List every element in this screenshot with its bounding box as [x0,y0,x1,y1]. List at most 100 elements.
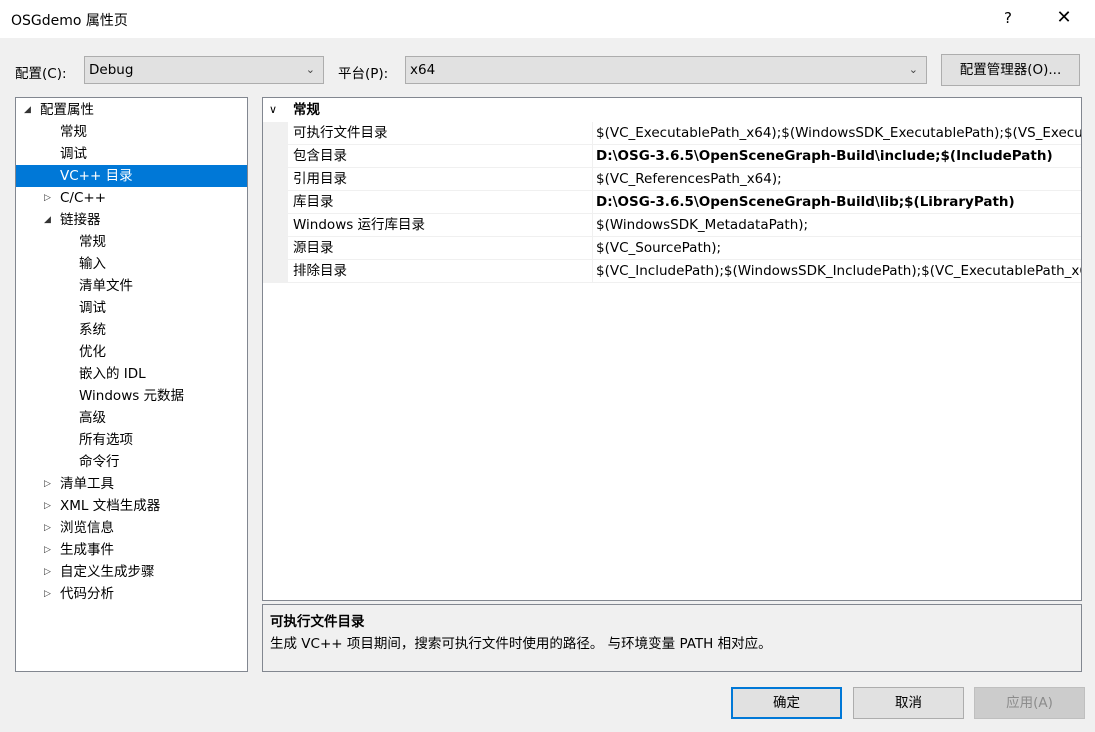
property-value[interactable]: $(VC_SourcePath); [596,237,721,259]
chevron-down-icon: ⌄ [305,63,315,76]
cancel-button[interactable]: 取消 [853,687,964,719]
config-dropdown[interactable]: Debug ⌄ [84,56,324,84]
property-name: 可执行文件目录 [293,125,388,141]
tree-item[interactable]: 常规 [16,231,247,253]
property-row[interactable]: 源目录 $(VC_SourcePath); [263,237,1081,260]
tree-item[interactable]: 嵌入的 IDL [16,363,247,385]
property-row[interactable]: Windows 运行库目录 $(WindowsSDK_MetadataPath); [263,214,1081,237]
expander-icon[interactable]: ▷ [44,539,51,561]
column-divider[interactable] [592,122,593,144]
row-gutter [263,260,288,282]
property-row[interactable]: 排除目录 $(VC_IncludePath);$(WindowsSDK_Inclu… [263,260,1081,283]
property-value[interactable]: $(VC_ReferencesPath_x64); [596,168,782,190]
property-value[interactable]: D:\OSG-3.6.5\OpenSceneGraph-Build\includ… [596,145,1053,167]
property-name: 排除目录 [293,263,347,279]
platform-dropdown[interactable]: x64 ⌄ [405,56,927,84]
property-name: Windows 运行库目录 [293,217,426,233]
column-divider[interactable] [592,237,593,259]
tree-item-label: 调试 [79,300,106,316]
tree-item[interactable]: 所有选项 [16,429,247,451]
expander-icon[interactable]: ▷ [44,495,51,517]
tree-item[interactable]: ▷ C/C++ [16,187,247,209]
expander-icon[interactable]: ▷ [44,583,51,605]
tree-item-label: 清单文件 [79,278,133,294]
tree-item[interactable]: ▷ 浏览信息 [16,517,247,539]
tree-item[interactable]: Windows 元数据 [16,385,247,407]
window-title: OSGdemo 属性页 [11,13,128,29]
tree-item-label: 优化 [79,344,106,360]
tree-item-label: 自定义生成步骤 [60,564,155,580]
collapse-chevron-icon[interactable]: ∨ [269,99,277,121]
tree-item-label: 浏览信息 [60,520,114,536]
column-divider[interactable] [592,260,593,282]
tree-item[interactable]: 高级 [16,407,247,429]
tree-item-label: 系统 [79,322,106,338]
chevron-down-icon: ⌄ [908,63,918,76]
ok-button[interactable]: 确定 [731,687,842,719]
property-row[interactable]: 包含目录 D:\OSG-3.6.5\OpenSceneGraph-Build\in… [263,145,1081,168]
property-row[interactable]: 引用目录 $(VC_ReferencesPath_x64); [263,168,1081,191]
column-divider[interactable] [592,168,593,190]
tree-item[interactable]: 调试 [16,297,247,319]
property-value[interactable]: $(WindowsSDK_MetadataPath); [596,214,808,236]
tree-item[interactable]: 命令行 [16,451,247,473]
column-divider[interactable] [592,145,593,167]
expander-icon[interactable]: ▷ [44,561,51,583]
row-gutter [263,214,288,236]
tree-item[interactable]: 优化 [16,341,247,363]
property-tree[interactable]: ◢ 配置属性 常规 调试 VC++ 目录 ▷ C/C++ ◢ 链接器 常规 输入 清单文件 调试 系统 优化… [15,97,248,672]
expander-icon[interactable]: ◢ [24,99,31,121]
row-gutter [263,168,288,190]
tree-item[interactable]: 系统 [16,319,247,341]
expander-icon[interactable]: ▷ [44,473,51,495]
row-gutter [263,191,288,213]
description-panel: 可执行文件目录 生成 VC++ 项目期间，搜索可执行文件时使用的路径。 与环境变… [262,604,1082,672]
property-name: 源目录 [293,240,334,256]
column-divider[interactable] [592,191,593,213]
tree-item[interactable]: ◢ 链接器 [16,209,247,231]
property-row[interactable]: 可执行文件目录 $(VC_ExecutablePath_x64);$(Window… [263,122,1081,145]
grid-category[interactable]: ∨ 常规 [263,99,1081,121]
tree-item-label: 常规 [79,234,106,250]
tree-item[interactable]: 清单文件 [16,275,247,297]
tree-item-label: 所有选项 [79,432,133,448]
tree-item-label: 输入 [79,256,106,272]
expander-icon[interactable]: ▷ [44,187,51,209]
column-divider[interactable] [592,214,593,236]
expander-icon[interactable]: ▷ [44,517,51,539]
tree-item[interactable]: ◢ 配置属性 [16,99,247,121]
tree-item[interactable]: 输入 [16,253,247,275]
property-grid[interactable]: ∨ 常规 可执行文件目录 $(VC_ExecutablePath_x64);$(W… [262,97,1082,601]
row-gutter [263,145,288,167]
tree-item[interactable]: ▷ 清单工具 [16,473,247,495]
tree-item[interactable]: VC++ 目录 [16,165,247,187]
property-name: 包含目录 [293,148,347,164]
tree-item-label: VC++ 目录 [60,168,133,184]
tree-item[interactable]: 调试 [16,143,247,165]
config-manager-button[interactable]: 配置管理器(O)... [941,54,1080,86]
tree-item[interactable]: ▷ 自定义生成步骤 [16,561,247,583]
tree-item[interactable]: ▷ 代码分析 [16,583,247,605]
property-value[interactable]: $(VC_IncludePath);$(WindowsSDK_IncludePa… [596,260,1081,282]
config-value: Debug [89,62,134,78]
platform-value: x64 [410,62,436,78]
tree-item-label: 高级 [79,410,106,426]
tree-item[interactable]: ▷ XML 文档生成器 [16,495,247,517]
tree-item-label: 调试 [60,146,87,162]
expander-icon[interactable]: ◢ [44,209,51,231]
tree-item-label: C/C++ [60,190,107,206]
tree-item-label: 嵌入的 IDL [79,366,146,382]
category-label: 常规 [293,102,320,118]
property-row[interactable]: 库目录 D:\OSG-3.6.5\OpenSceneGraph-Build\lib… [263,191,1081,214]
close-button[interactable]: ✕ [1044,4,1084,32]
tree-item[interactable]: 常规 [16,121,247,143]
property-value[interactable]: $(VC_ExecutablePath_x64);$(WindowsSDK_Ex… [596,122,1081,144]
property-value[interactable]: D:\OSG-3.6.5\OpenSceneGraph-Build\lib;$(… [596,191,1015,213]
tree-item[interactable]: ▷ 生成事件 [16,539,247,561]
tree-item-label: 代码分析 [60,586,114,602]
tree-item-label: 常规 [60,124,87,140]
property-name: 库目录 [293,194,334,210]
apply-button[interactable]: 应用(A) [974,687,1085,719]
help-button[interactable]: ? [990,4,1026,32]
row-gutter [263,122,288,144]
